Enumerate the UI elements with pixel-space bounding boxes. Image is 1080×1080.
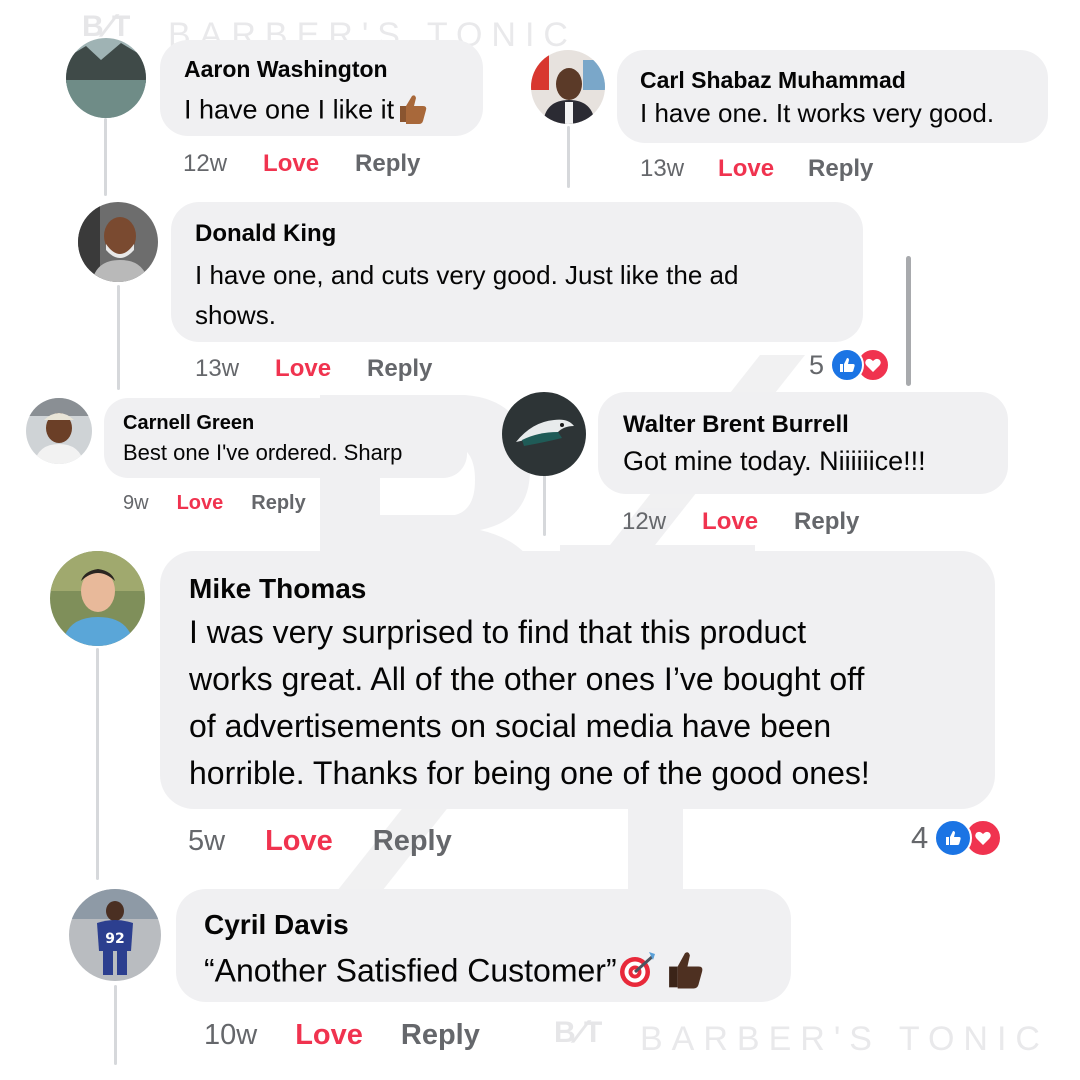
comment-bubble: Carl Shabaz Muhammad I have one. It work… bbox=[617, 50, 1048, 143]
love-button[interactable]: Love bbox=[263, 150, 319, 178]
comment-text: I have one. It works very good. bbox=[640, 98, 995, 128]
avatar-image bbox=[502, 392, 586, 476]
comment-bubble: Donald King I have one, and cuts very go… bbox=[171, 202, 863, 342]
comment-author[interactable]: Walter Brent Burrell bbox=[623, 411, 849, 439]
comment-text-line: I was very surprised to find that this p… bbox=[189, 614, 807, 650]
reply-button[interactable]: Reply bbox=[794, 508, 859, 536]
comment-timestamp: 12w bbox=[183, 150, 228, 177]
reply-button[interactable]: Reply bbox=[808, 155, 873, 183]
love-button[interactable]: Love bbox=[177, 492, 224, 515]
avatar[interactable] bbox=[78, 202, 158, 282]
watermark-brand-bottom: BARBER'S TONIC bbox=[640, 1020, 1049, 1058]
scrollbar[interactable] bbox=[906, 256, 911, 386]
comment-bubble: Cyril Davis “Another Satisfied Customer” bbox=[176, 889, 791, 1002]
thread-line bbox=[567, 126, 570, 188]
comment-timestamp: 12w bbox=[622, 508, 667, 535]
like-icon bbox=[934, 819, 973, 857]
avatar[interactable] bbox=[66, 38, 146, 118]
reaction-summary[interactable]: 5 bbox=[809, 348, 891, 382]
comment-bubble: Mike Thomas I was very surprised to find… bbox=[160, 551, 995, 809]
avatar-image bbox=[26, 398, 92, 464]
comment-text-line: works great. All of the other ones I’ve … bbox=[189, 661, 865, 697]
comment-timestamp: 13w bbox=[640, 155, 685, 182]
comment-timestamp: 9w bbox=[123, 492, 149, 514]
comment-bubble: Aaron Washington I have one I like it bbox=[160, 40, 483, 136]
avatar[interactable] bbox=[26, 398, 92, 464]
comment-meta: 13w Love Reply bbox=[640, 155, 873, 183]
avatar[interactable] bbox=[50, 551, 145, 646]
watermark-logo-bottom: B/T bbox=[554, 1016, 603, 1049]
comment-timestamp: 5w bbox=[188, 825, 226, 857]
comment-text: “Another Satisfied Customer” bbox=[204, 947, 707, 999]
comment-timestamp: 10w bbox=[204, 1019, 258, 1051]
comment-author[interactable]: Carl Shabaz Muhammad bbox=[640, 67, 906, 94]
love-button[interactable]: Love bbox=[702, 508, 758, 536]
thumbs-up-icon bbox=[663, 947, 707, 999]
avatar[interactable] bbox=[531, 50, 605, 124]
avatar[interactable]: 92 bbox=[69, 889, 161, 981]
comment-text: I have one I like it bbox=[184, 90, 430, 133]
thread-line bbox=[114, 985, 117, 1065]
reply-button[interactable]: Reply bbox=[373, 825, 452, 858]
comment-text: I was very surprised to find that this p… bbox=[189, 609, 870, 797]
like-icon bbox=[830, 348, 865, 382]
avatar[interactable] bbox=[502, 392, 586, 476]
reaction-count: 5 bbox=[809, 349, 825, 380]
avatar-image bbox=[50, 551, 145, 646]
reply-button[interactable]: Reply bbox=[367, 355, 432, 383]
reply-button[interactable]: Reply bbox=[401, 1019, 480, 1052]
thread-line bbox=[117, 285, 120, 390]
comment-bubble: Walter Brent Burrell Got mine today. Nii… bbox=[598, 392, 1008, 494]
reaction-summary[interactable]: 4 bbox=[911, 819, 1003, 857]
comment-text-line: of advertisements on social media have b… bbox=[189, 708, 832, 744]
comment-meta: 12w Love Reply bbox=[622, 508, 859, 536]
comment-meta: 10w Love Reply bbox=[204, 1019, 480, 1052]
comment-text: Got mine today. Niiiiiice!!! bbox=[623, 446, 926, 476]
svg-text:92: 92 bbox=[105, 931, 124, 947]
comment-text-line: shows. bbox=[195, 300, 276, 330]
comment-text: Best one I've ordered. Sharp bbox=[123, 440, 403, 465]
love-button[interactable]: Love bbox=[275, 355, 331, 383]
avatar-image: 92 bbox=[69, 889, 161, 981]
avatar-image bbox=[66, 38, 146, 118]
comment-author[interactable]: Cyril Davis bbox=[204, 909, 349, 941]
thread-line bbox=[104, 118, 107, 196]
comment-author[interactable]: Carnell Green bbox=[123, 412, 254, 435]
reaction-count: 4 bbox=[911, 820, 929, 855]
comment-meta: 5w Love Reply bbox=[188, 825, 452, 858]
bullseye-icon bbox=[617, 948, 659, 998]
comment-bubble: Carnell Green Best one I've ordered. Sha… bbox=[104, 398, 467, 478]
comment-meta: 12w Love Reply bbox=[183, 150, 420, 178]
comment-text-line: I have one, and cuts very good. Just lik… bbox=[195, 260, 739, 290]
comment-text-line: I have one I like it bbox=[184, 94, 395, 125]
comment-author[interactable]: Aaron Washington bbox=[184, 56, 388, 83]
comment-text: I have one, and cuts very good. Just lik… bbox=[195, 255, 738, 335]
love-button[interactable]: Love bbox=[265, 825, 333, 858]
comment-text-line: “Another Satisfied Customer” bbox=[204, 952, 617, 989]
comment-meta: 9w Love Reply bbox=[123, 492, 306, 515]
avatar-image bbox=[531, 50, 605, 124]
comment-author[interactable]: Donald King bbox=[195, 220, 336, 248]
comment-text-line: horrible. Thanks for being one of the go… bbox=[189, 755, 870, 791]
comment-timestamp: 13w bbox=[195, 355, 240, 382]
avatar-image bbox=[78, 202, 158, 282]
comment-meta: 13w Love Reply bbox=[195, 355, 432, 383]
love-button[interactable]: Love bbox=[295, 1019, 363, 1052]
reply-button[interactable]: Reply bbox=[251, 492, 305, 515]
thread-line bbox=[543, 472, 546, 536]
love-button[interactable]: Love bbox=[718, 155, 774, 183]
comment-author[interactable]: Mike Thomas bbox=[189, 573, 366, 605]
thread-line bbox=[96, 648, 99, 880]
thumbs-up-icon bbox=[394, 90, 430, 133]
reply-button[interactable]: Reply bbox=[355, 150, 420, 178]
